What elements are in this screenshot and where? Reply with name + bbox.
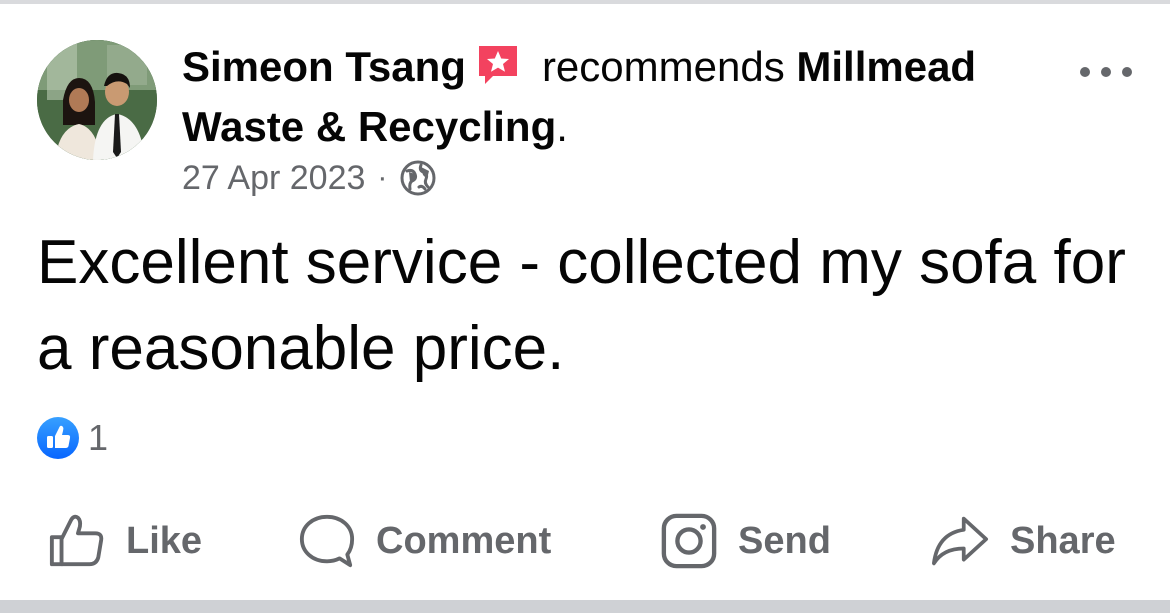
instagram-send-icon [661,513,717,569]
author-name[interactable]: Simeon Tsang [182,43,466,90]
meta-separator: · [377,161,388,194]
avatar[interactable] [37,40,157,160]
recommends-text: recommends [541,43,785,90]
more-dot [1101,67,1111,77]
comment-bubble-icon [299,514,355,568]
post-body: Excellent service - collected my sofa fo… [37,228,1126,383]
action-bar: Like Comment Send Share [0,505,1170,577]
comment-label: Comment [376,519,552,562]
comment-button[interactable]: Comment [298,505,551,577]
share-button[interactable]: Share [930,505,1116,577]
share-label: Share [1010,519,1116,562]
post-meta: 27 Apr 2023 · [182,154,437,202]
more-dot [1080,67,1090,77]
share-arrow-icon [932,516,988,566]
like-button[interactable]: Like [48,505,202,577]
thumbs-up-icon [36,416,80,460]
avatar-photo [37,40,157,160]
globe-icon[interactable] [399,159,437,197]
star-recommend-icon [476,43,520,87]
reaction-count: 1 [88,417,109,458]
bottom-divider [0,600,1170,613]
post-date[interactable]: 27 Apr 2023 [182,159,365,198]
thumbs-up-outline-icon [49,514,104,567]
like-label: Like [126,519,203,562]
header-period: . [556,103,568,150]
top-divider [0,0,1170,4]
reaction-summary[interactable]: 1 [36,416,108,460]
send-button[interactable]: Send [660,505,831,577]
post-header: Simeon Tsang recommends Millmead Waste &… [182,37,1052,157]
more-options-button[interactable] [1080,60,1132,84]
more-dot [1122,67,1132,77]
send-label: Send [738,519,831,562]
